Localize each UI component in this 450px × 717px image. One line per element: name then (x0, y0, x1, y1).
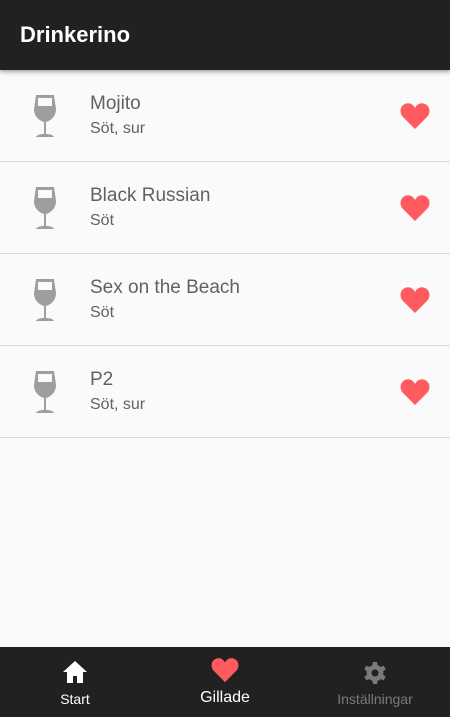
drink-row[interactable]: Black Russian Söt (0, 162, 450, 254)
heart-icon[interactable] (400, 286, 430, 314)
wine-glass-icon (34, 279, 56, 321)
nav-liked[interactable]: Gillade (150, 647, 300, 717)
heart-icon[interactable] (400, 378, 430, 406)
nav-liked-label: Gillade (200, 689, 250, 706)
drink-name: Black Russian (90, 185, 211, 206)
drink-taste: Söt (90, 212, 115, 229)
drink-row[interactable]: Mojito Söt, sur (0, 70, 450, 162)
heart-icon (211, 658, 239, 683)
nav-start-label: Start (60, 691, 90, 707)
home-icon (63, 661, 87, 683)
drink-row[interactable]: P2 Söt, sur (0, 346, 450, 438)
drink-taste: Söt, sur (90, 396, 146, 413)
app-title: Drinkerino (20, 22, 131, 47)
nav-start[interactable]: Start (0, 647, 150, 717)
drink-name: Mojito (90, 93, 141, 114)
drink-taste: Söt, sur (90, 120, 146, 137)
bottom-navigation: Start Gillade Inställningar (0, 647, 450, 717)
drink-name: P2 (90, 369, 114, 390)
app-root: Drinkerino Mojito Söt, sur Black Russian… (0, 0, 450, 717)
drink-taste: Söt (90, 304, 115, 321)
wine-glass-icon (34, 95, 56, 137)
drink-list: Mojito Söt, sur Black Russian Söt Sex on… (0, 70, 450, 438)
nav-settings[interactable]: Inställningar (300, 647, 450, 717)
wine-glass-icon (34, 187, 56, 229)
wine-glass-icon (34, 371, 56, 413)
drink-row[interactable]: Sex on the Beach Söt (0, 254, 450, 346)
heart-icon[interactable] (400, 102, 430, 130)
drink-name: Sex on the Beach (90, 277, 240, 298)
heart-icon[interactable] (400, 194, 430, 222)
gear-icon (364, 662, 386, 684)
app-bar: Drinkerino (0, 0, 450, 70)
nav-settings-label: Inställningar (337, 691, 413, 707)
